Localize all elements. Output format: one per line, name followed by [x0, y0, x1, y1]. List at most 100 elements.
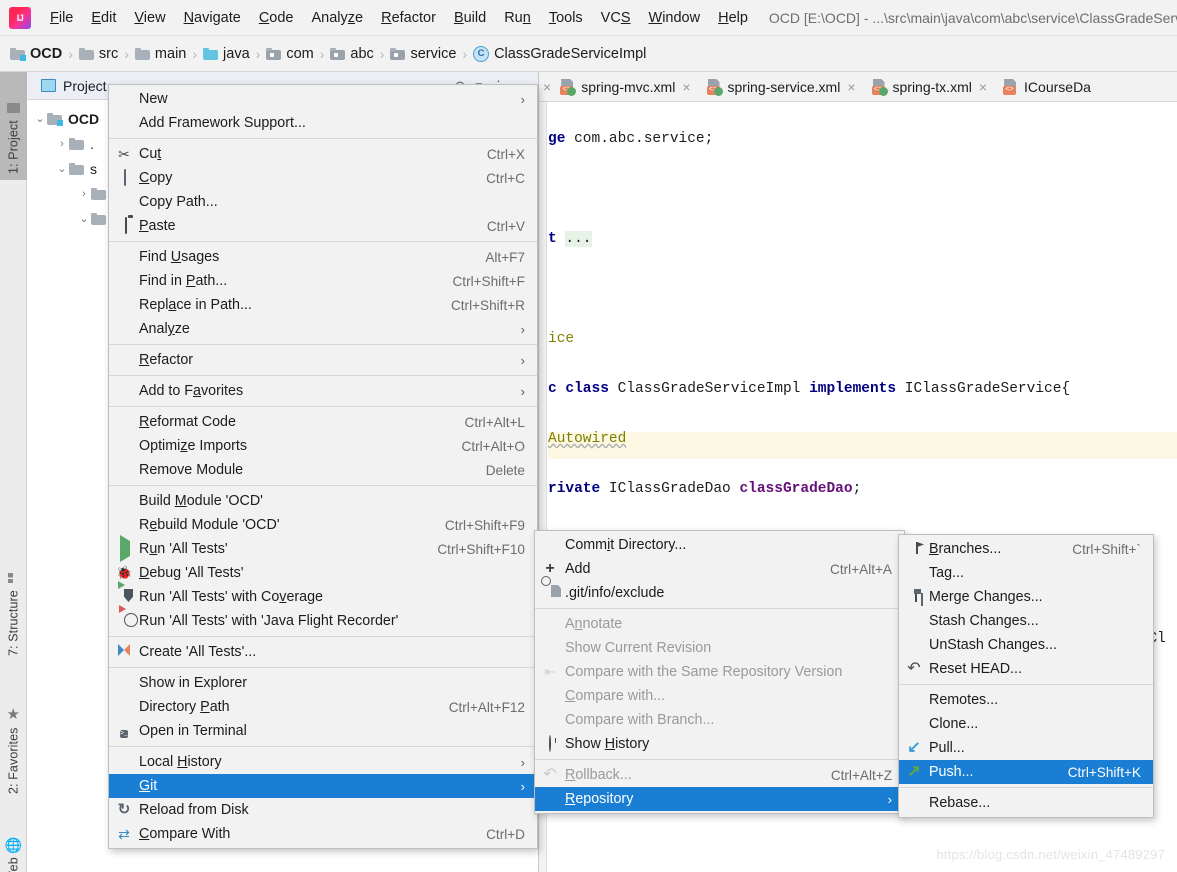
menu-item-commit-directory[interactable]: Commit Directory...: [535, 533, 904, 557]
menu-item-show-current-revision: Show Current Revision: [535, 636, 904, 660]
menu-item-refactor[interactable]: Refactor ›: [109, 348, 537, 372]
menu-item-rebuild-module-ocd[interactable]: Rebuild Module 'OCD' Ctrl+Shift+F9: [109, 513, 537, 537]
menubar-item-window[interactable]: Window: [640, 7, 710, 29]
menu-item-reformat-code[interactable]: Reformat Code Ctrl+Alt+L: [109, 410, 537, 434]
menu-item-cut[interactable]: Cut Ctrl+X: [109, 142, 537, 166]
menu-item-copy-path[interactable]: Copy Path...: [109, 190, 537, 214]
menu-item-open-in-terminal[interactable]: >_ Open in Terminal: [109, 719, 537, 743]
menu-item-label: Annotate: [565, 616, 623, 632]
editor-tab-spring-service-xml[interactable]: <> spring-service.xml ×: [698, 72, 863, 101]
git-submenu[interactable]: Commit Directory... Add Ctrl+Alt+A .git/inf…: [534, 530, 905, 814]
tree-expand-arrow[interactable]: ›: [77, 188, 91, 200]
menu-item-git-info-exclude[interactable]: .git/info/exclude: [535, 581, 904, 605]
compare-repo-icon: [542, 664, 558, 680]
menu-item-run-all-tests-with-coverage[interactable]: Run 'All Tests' with Coverage: [109, 585, 537, 609]
menu-item-repository[interactable]: Repository ›: [535, 787, 904, 811]
menu-item-copy[interactable]: Copy Ctrl+C: [109, 166, 537, 190]
menu-item-build-module-ocd[interactable]: Build Module 'OCD': [109, 489, 537, 513]
repository-submenu[interactable]: Branches... Ctrl+Shift+` Tag... Merge Chang…: [898, 534, 1154, 818]
menu-item-run-all-tests-with-java-flight-recorder[interactable]: Run 'All Tests' with 'Java Flight Record…: [109, 609, 537, 633]
close-icon[interactable]: ×: [979, 80, 987, 94]
menu-item-git[interactable]: Git ›: [109, 774, 537, 798]
tree-expand-arrow[interactable]: ⌄: [33, 112, 47, 125]
menu-item-show-history[interactable]: Show History: [535, 732, 904, 756]
menu-item-push[interactable]: Push... Ctrl+Shift+K: [899, 760, 1153, 784]
menu-item-add[interactable]: Add Ctrl+Alt+A: [535, 557, 904, 581]
menu-item-reset-head[interactable]: Reset HEAD...: [899, 657, 1153, 681]
menu-item-remove-module[interactable]: Remove Module Delete: [109, 458, 537, 482]
menubar-item-tools[interactable]: Tools: [540, 7, 592, 29]
menubar-item-vcs[interactable]: VCS: [592, 7, 640, 29]
sidebar-item-project[interactable]: 1: Project: [0, 72, 27, 180]
menu-item-merge-changes[interactable]: Merge Changes...: [899, 585, 1153, 609]
editor-tab-spring-tx-xml[interactable]: <> spring-tx.xml ×: [863, 72, 995, 101]
menu-item-reload-from-disk[interactable]: Reload from Disk: [109, 798, 537, 822]
breadcrumb-item-java[interactable]: java: [203, 46, 250, 62]
menu-item-stash-changes[interactable]: Stash Changes...: [899, 609, 1153, 633]
menu-item-local-history[interactable]: Local History ›: [109, 750, 537, 774]
menu-item-label: Add: [565, 561, 591, 577]
menu-item-create-all-tests[interactable]: Create 'All Tests'...: [109, 640, 537, 664]
menu-item-label: Reload from Disk: [139, 802, 249, 818]
project-tool-window-title: Project: [63, 77, 107, 94]
tree-expand-arrow[interactable]: ⌄: [77, 212, 91, 225]
menu-item-run-all-tests[interactable]: Run 'All Tests' Ctrl+Shift+F10: [109, 535, 537, 562]
menu-item-add-to-favorites[interactable]: Add to Favorites ›: [109, 379, 537, 403]
sidebar-item-favorites[interactable]: 2: Favorites ★: [0, 672, 27, 800]
editor-tab-spring-mvc-xml[interactable]: <>spring-mvc.xml ×: [551, 72, 697, 101]
menu-item-compare-with[interactable]: Compare With Ctrl+D: [109, 822, 537, 846]
menu-item-paste[interactable]: Paste Ctrl+V: [109, 214, 537, 238]
close-icon[interactable]: ×: [847, 80, 855, 94]
menu-item-find-usages[interactable]: Find Usages Alt+F7: [109, 245, 537, 269]
sidebar-item-web[interactable]: Web 🌐: [0, 814, 27, 872]
menu-item-optimize-imports[interactable]: Optimize Imports Ctrl+Alt+O: [109, 434, 537, 458]
menu-item-branches[interactable]: Branches... Ctrl+Shift+`: [899, 537, 1153, 561]
menu-item-debug-all-tests[interactable]: Debug 'All Tests': [109, 561, 537, 585]
breadcrumb-item-com[interactable]: com: [266, 46, 314, 62]
menu-item-shortcut: Ctrl+Shift+K: [1067, 764, 1141, 780]
menu-item-pull[interactable]: Pull...: [899, 736, 1153, 760]
editor-tab-icourseda[interactable]: <> ICourseDa: [994, 72, 1098, 101]
menu-item-remotes[interactable]: Remotes...: [899, 688, 1153, 712]
menubar-item-help[interactable]: Help: [709, 7, 757, 29]
breadcrumb-item-service[interactable]: service: [390, 46, 456, 62]
menubar-item-run[interactable]: Run: [495, 7, 540, 29]
breadcrumb-item-abc[interactable]: abc: [330, 46, 374, 62]
menu-item-rebase[interactable]: Rebase...: [899, 791, 1153, 815]
menubar-item-edit[interactable]: Edit: [82, 7, 125, 29]
project-context-menu[interactable]: New › Add Framework Support... Cut Ctrl+X Cop…: [108, 84, 538, 849]
close-icon[interactable]: ×: [682, 80, 690, 94]
breadcrumb-item-src[interactable]: src: [78, 46, 118, 62]
navigation-breadcrumb-bar[interactable]: OCD › src › main › java › com › abc › service › C Class…: [0, 36, 1177, 72]
menu-item-new[interactable]: New ›: [109, 87, 537, 111]
menu-item-replace-in-path[interactable]: Replace in Path... Ctrl+Shift+R: [109, 293, 537, 317]
menubar-item-navigate[interactable]: Navigate: [175, 7, 250, 29]
menu-item-label: New: [139, 91, 168, 107]
tree-expand-arrow[interactable]: ›: [55, 138, 69, 150]
menu-item-unstash-changes[interactable]: UnStash Changes...: [899, 633, 1153, 657]
menubar-item-refactor[interactable]: Refactor: [372, 7, 445, 29]
menu-item-label: Local History: [139, 754, 222, 770]
module-folder-icon: [10, 47, 26, 61]
breadcrumb-item-main[interactable]: main: [134, 46, 186, 62]
menubar-item-build[interactable]: Build: [445, 7, 495, 29]
breadcrumb-item-classgradeserviceimpl[interactable]: C ClassGradeServiceImpl: [473, 45, 646, 62]
breadcrumb-item-ocd[interactable]: OCD: [10, 46, 62, 62]
close-icon[interactable]: ×: [543, 80, 551, 94]
menubar-item-analyze[interactable]: Analyze: [303, 7, 373, 29]
menu-item-directory-path[interactable]: Directory Path Ctrl+Alt+F12: [109, 695, 537, 719]
menu-item-analyze[interactable]: Analyze ›: [109, 317, 537, 341]
sidebar-item-structure[interactable]: 7: Structure: [0, 532, 27, 662]
menu-item-find-in-path[interactable]: Find in Path... Ctrl+Shift+F: [109, 269, 537, 293]
menu-item-add-framework-support[interactable]: Add Framework Support...: [109, 111, 537, 135]
tree-expand-arrow[interactable]: ⌄: [55, 162, 69, 175]
menubar-item-file[interactable]: File: [41, 7, 82, 29]
editor-tab-strip[interactable]: ×<>spring-mvc.xml×<>spring-service.xml×<…: [539, 72, 1177, 102]
menu-separator: [109, 485, 537, 486]
menu-item-label: Copy: [139, 170, 173, 186]
menu-item-clone[interactable]: Clone...: [899, 712, 1153, 736]
menu-item-show-in-explorer[interactable]: Show in Explorer: [109, 671, 537, 695]
menubar-item-code[interactable]: Code: [250, 7, 303, 29]
menubar-item-view[interactable]: View: [125, 7, 174, 29]
menu-item-tag[interactable]: Tag...: [899, 561, 1153, 585]
